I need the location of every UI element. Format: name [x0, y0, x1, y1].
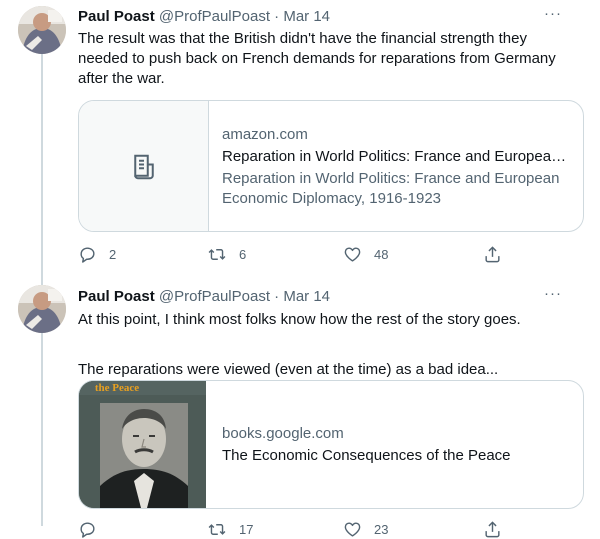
more-options-icon[interactable]: ··· [544, 286, 562, 305]
heart-icon [344, 521, 361, 537]
reply-icon [80, 521, 95, 538]
retweet-count: 17 [239, 521, 254, 537]
avatar[interactable] [18, 285, 66, 333]
tweet-date[interactable]: Mar 14 [283, 8, 330, 25]
link-card[interactable]: the Peace books.google.com The Economic … [78, 380, 584, 509]
retweet-button[interactable]: 6 [207, 244, 246, 264]
tweet-actions: 17 23 [78, 519, 508, 539]
retweet-count: 6 [239, 246, 247, 262]
card-description-line: Reparation in World Politics: France and… [222, 170, 560, 187]
card-body: amazon.com Reparation in World Politics:… [222, 125, 569, 209]
retweet-icon [208, 523, 226, 535]
card-description-line: Economic Diplomacy, 1916-1923 [222, 190, 442, 207]
tweet-text-line: The result was that the British didn't h… [78, 30, 527, 47]
share-button[interactable] [483, 519, 502, 539]
tweet-text: At this point, I think most folks know h… [78, 310, 583, 380]
tweet-date[interactable]: Mar 14 [283, 288, 330, 305]
author-handle[interactable]: @ProfPaulPoast [159, 8, 270, 25]
card-thumbnail [79, 101, 209, 231]
tweet-text-line: after the war. [78, 70, 165, 87]
share-icon [485, 520, 500, 537]
tweet-text-line: needed to push back on French demands fo… [78, 50, 556, 67]
reply-count: 2 [109, 246, 117, 262]
tweet-header: Paul Poast @ProfPaulPoast · Mar 14 ··· [78, 6, 582, 27]
card-domain: books.google.com [222, 425, 344, 442]
reply-icon [80, 246, 95, 263]
tweet-text: The result was that the British didn't h… [78, 29, 583, 89]
retweet-icon [208, 248, 226, 260]
like-count: 48 [374, 246, 389, 262]
more-options-icon[interactable]: ··· [544, 6, 562, 25]
like-button[interactable]: 23 [343, 519, 388, 539]
card-title: Reparation in World Politics: France and… [222, 148, 569, 165]
tweet-text-line [78, 330, 583, 350]
tweet[interactable]: Paul Poast @ProfPaulPoast · Mar 14 ··· A… [0, 279, 600, 538]
retweet-button[interactable]: 17 [207, 519, 253, 539]
share-icon [485, 245, 500, 262]
card-title: The Economic Consequences of the Peace [222, 447, 511, 464]
tweet-header: Paul Poast @ProfPaulPoast · Mar 14 ··· [78, 286, 582, 307]
reply-button[interactable]: 2 [78, 244, 116, 264]
separator-dot: · [274, 8, 280, 25]
author-handle[interactable]: @ProfPaulPoast [159, 288, 270, 305]
link-card[interactable]: amazon.com Reparation in World Politics:… [78, 100, 584, 232]
author-name[interactable]: Paul Poast [78, 288, 155, 305]
like-button[interactable]: 48 [343, 244, 388, 264]
card-body: books.google.com The Economic Consequenc… [222, 424, 569, 466]
heart-icon [344, 246, 361, 262]
book-cover-title: the Peace [94, 382, 140, 394]
avatar[interactable] [18, 6, 66, 54]
like-count: 23 [374, 521, 389, 537]
card-domain: amazon.com [222, 126, 308, 143]
tweet-text-line: The reparations were viewed (even at the… [78, 361, 499, 378]
document-icon [134, 154, 154, 180]
book-cover-image: the Peace [79, 381, 206, 508]
reply-button[interactable] [78, 519, 109, 539]
tweet-actions: 2 6 48 [78, 244, 508, 264]
author-name[interactable]: Paul Poast [78, 8, 155, 25]
share-button[interactable] [483, 244, 502, 264]
tweet[interactable]: Paul Poast @ProfPaulPoast · Mar 14 ··· T… [0, 0, 600, 270]
tweet-text-line: At this point, I think most folks know h… [78, 311, 521, 328]
separator-dot: · [274, 288, 280, 305]
